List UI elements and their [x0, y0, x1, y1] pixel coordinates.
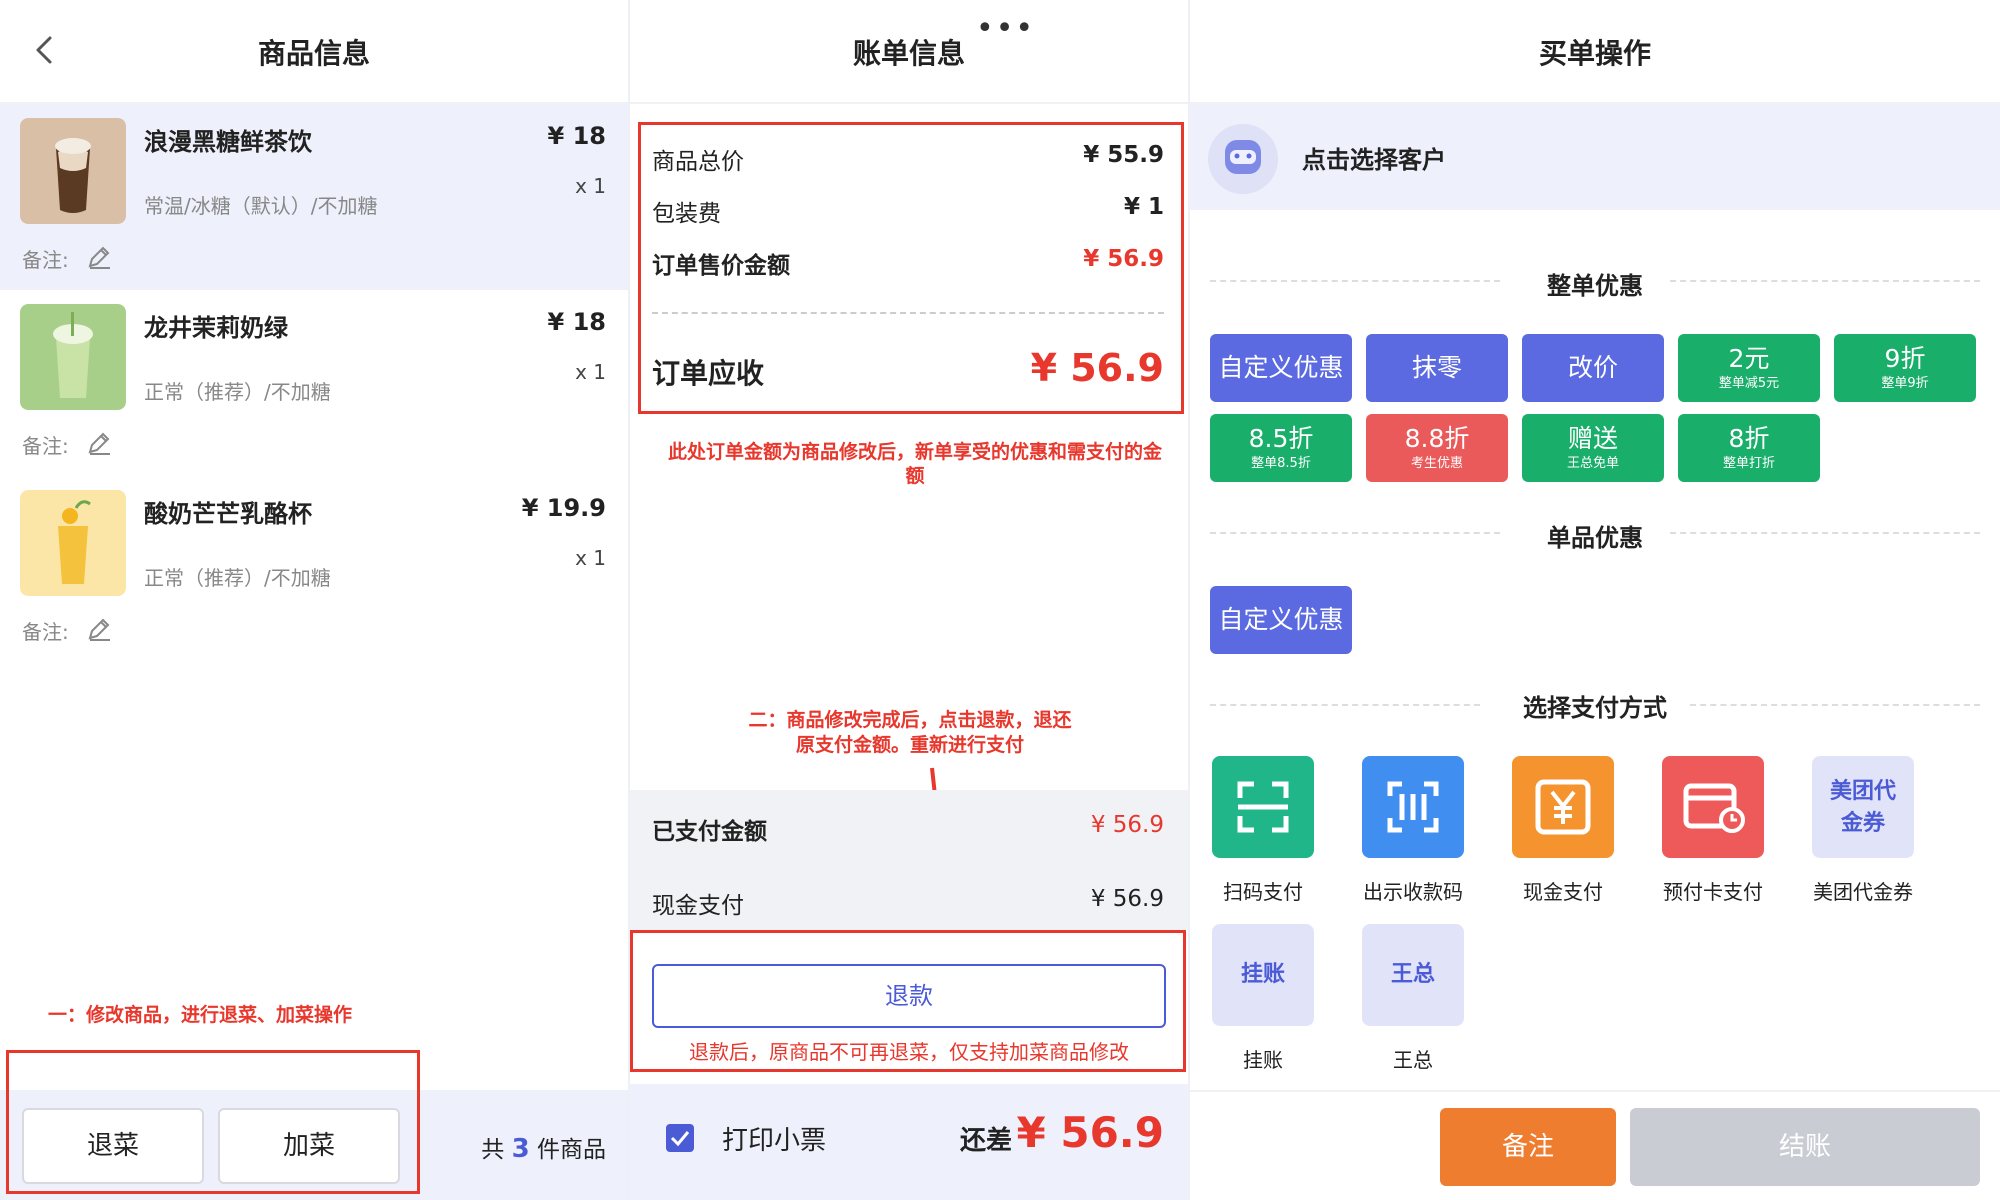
item-discount-custom[interactable]: 自定义优惠	[1210, 586, 1352, 654]
product-panel: 商品信息 浪漫黑糖鲜茶饮 ¥ 18 x 1 常温/冰糖（默认）/不加糖 备注: …	[0, 0, 628, 1200]
checkout-panel: 买单操作 点击选择客户 整单优惠 自定义优惠 抹零 改价 2元 整单减5元 9折整…	[1190, 0, 2000, 1200]
select-customer[interactable]: 点击选择客户	[1190, 104, 2000, 210]
product-price: ¥ 18	[547, 122, 606, 150]
annotation-box-bill	[638, 122, 1184, 414]
scan-icon	[1212, 756, 1314, 858]
product-quantity: x 1	[575, 360, 606, 384]
product-price: ¥ 18	[547, 308, 606, 336]
product-item[interactable]: 浪漫黑糖鲜茶饮 ¥ 18 x 1 常温/冰糖（默认）/不加糖 备注:	[0, 104, 628, 290]
pay-meituan-voucher[interactable]: 美团代 金券 美团代金券	[1812, 756, 1916, 905]
discount-change-price[interactable]: 改价	[1522, 334, 1664, 402]
cash-row: 现金支付 ¥ 56.9	[652, 886, 1164, 926]
pay-cash[interactable]: 现金支付	[1512, 756, 1616, 905]
cash-value: ¥ 56.9	[1090, 886, 1164, 912]
product-item[interactable]: 酸奶芒芒乳酪杯 ¥ 19.9 x 1 正常（推荐）/不加糖 备注:	[0, 476, 628, 662]
card-icon	[1662, 756, 1764, 858]
annotation-refund: 二：商品修改完成后，点击退款，退还 原支付金额。重新进行支付	[710, 708, 1110, 758]
payment-method-title: 选择支付方式	[1523, 694, 1667, 722]
paid-value: ¥ 56.9	[1090, 812, 1164, 838]
product-header: 商品信息	[0, 0, 628, 104]
note-button[interactable]: 备注	[1440, 1108, 1616, 1186]
pay-wang-zong[interactable]: 王总 王总	[1362, 924, 1466, 1073]
print-receipt-label: 打印小票	[722, 1126, 827, 1156]
bill-panel-title: 账单信息	[852, 37, 965, 70]
item-count-number: 3	[511, 1134, 530, 1164]
annotation-box-refund	[630, 930, 1186, 1072]
discount-2-yuan[interactable]: 2元 整单减5元	[1678, 334, 1820, 402]
pay-show-code[interactable]: 出示收款码	[1362, 756, 1466, 905]
product-spec: 常温/冰糖（默认）/不加糖	[144, 194, 378, 218]
pay-on-account[interactable]: 挂账 挂账	[1212, 924, 1316, 1073]
pay-scan[interactable]: 扫码支付	[1212, 756, 1316, 905]
product-name: 浪漫黑糖鲜茶饮	[144, 128, 312, 156]
annotation-box-buttons	[6, 1050, 420, 1194]
checkout-panel-title: 买单操作	[1538, 37, 1651, 70]
product-name: 龙井茉莉奶绿	[144, 314, 288, 342]
discount-80-percent[interactable]: 8折 整单打折	[1678, 414, 1820, 482]
product-panel-title: 商品信息	[257, 37, 370, 70]
checkout-button[interactable]: 结账	[1630, 1108, 1980, 1186]
product-spec: 正常（推荐）/不加糖	[144, 566, 331, 590]
product-quantity: x 1	[575, 546, 606, 570]
edit-icon[interactable]	[86, 244, 112, 270]
product-item[interactable]: 龙井茉莉奶绿 ¥ 18 x 1 正常（推荐）/不加糖 备注:	[0, 290, 628, 476]
bill-header: 账单信息 •••	[630, 0, 1188, 104]
annotation-modify-items: 一：修改商品，进行退菜、加菜操作	[48, 1004, 353, 1026]
product-price: ¥ 19.9	[521, 494, 606, 522]
discount-85-percent[interactable]: 8.5折 整单8.5折	[1210, 414, 1352, 482]
discount-gift[interactable]: 赠送 王总免单	[1522, 414, 1664, 482]
yuan-icon	[1512, 756, 1614, 858]
whole-discount-title: 整单优惠	[1547, 272, 1643, 300]
checkout-footer: 备注 结账	[1190, 1090, 2000, 1200]
discount-90-percent[interactable]: 9折 整单9折	[1834, 334, 1976, 402]
wang-zong-tile: 王总	[1362, 924, 1464, 1026]
item-discount-title: 单品优惠	[1547, 524, 1643, 552]
paid-row: 已支付金额 ¥ 56.9	[652, 812, 1164, 852]
pay-prepaid-card[interactable]: 预付卡支付	[1662, 756, 1766, 905]
annotation-refund-line2: 原支付金额。重新进行支付	[795, 734, 1024, 756]
item-count-suffix: 件商品	[537, 1137, 606, 1163]
product-image	[20, 490, 126, 596]
bill-footer: 打印小票 还差 ¥ 56.9	[630, 1084, 1188, 1200]
product-spec: 正常（推荐）/不加糖	[144, 380, 331, 404]
paid-section: 已支付金额 ¥ 56.9 现金支付 ¥ 56.9	[630, 790, 1188, 930]
avatar-icon	[1208, 124, 1278, 194]
discount-88-percent[interactable]: 8.8折 考生优惠	[1366, 414, 1508, 482]
more-icon[interactable]: •••	[976, 14, 1035, 44]
print-receipt-checkbox[interactable]	[666, 1124, 694, 1152]
barcode-icon	[1362, 756, 1464, 858]
discount-custom[interactable]: 自定义优惠	[1210, 334, 1352, 402]
item-count: 共 3 件商品	[481, 1130, 606, 1164]
item-count-prefix: 共	[481, 1137, 505, 1163]
on-account-tile: 挂账	[1212, 924, 1314, 1026]
edit-icon[interactable]	[86, 616, 112, 642]
product-image	[20, 304, 126, 410]
paid-label: 已支付金额	[652, 819, 767, 845]
check-icon	[670, 1131, 690, 1147]
select-customer-label: 点击选择客户	[1302, 146, 1446, 174]
bill-panel: 账单信息 ••• 商品总价 ¥ 55.9 包装费 ¥ 1 订单售价金额 ¥ 56…	[630, 0, 1188, 1200]
checkout-header: 买单操作	[1190, 0, 2000, 104]
edit-icon[interactable]	[86, 430, 112, 456]
cash-label: 现金支付	[652, 893, 744, 919]
annotation-bill-amount: 此处订单金额为商品修改后，新单享受的优惠和需支付的金额	[667, 441, 1162, 487]
annotation-refund-line1: 二：商品修改完成后，点击退款，退还	[748, 709, 1072, 731]
product-note-label: 备注:	[22, 434, 69, 458]
product-image	[20, 118, 126, 224]
meituan-voucher-tile: 美团代 金券	[1812, 756, 1914, 858]
due-value: ¥ 56.9	[1016, 1108, 1164, 1157]
product-note-label: 备注:	[22, 248, 69, 272]
due-label: 还差	[960, 1126, 1013, 1156]
product-note-label: 备注:	[22, 620, 69, 644]
discount-round-off[interactable]: 抹零	[1366, 334, 1508, 402]
product-name: 酸奶芒芒乳酪杯	[144, 500, 312, 528]
product-quantity: x 1	[575, 174, 606, 198]
